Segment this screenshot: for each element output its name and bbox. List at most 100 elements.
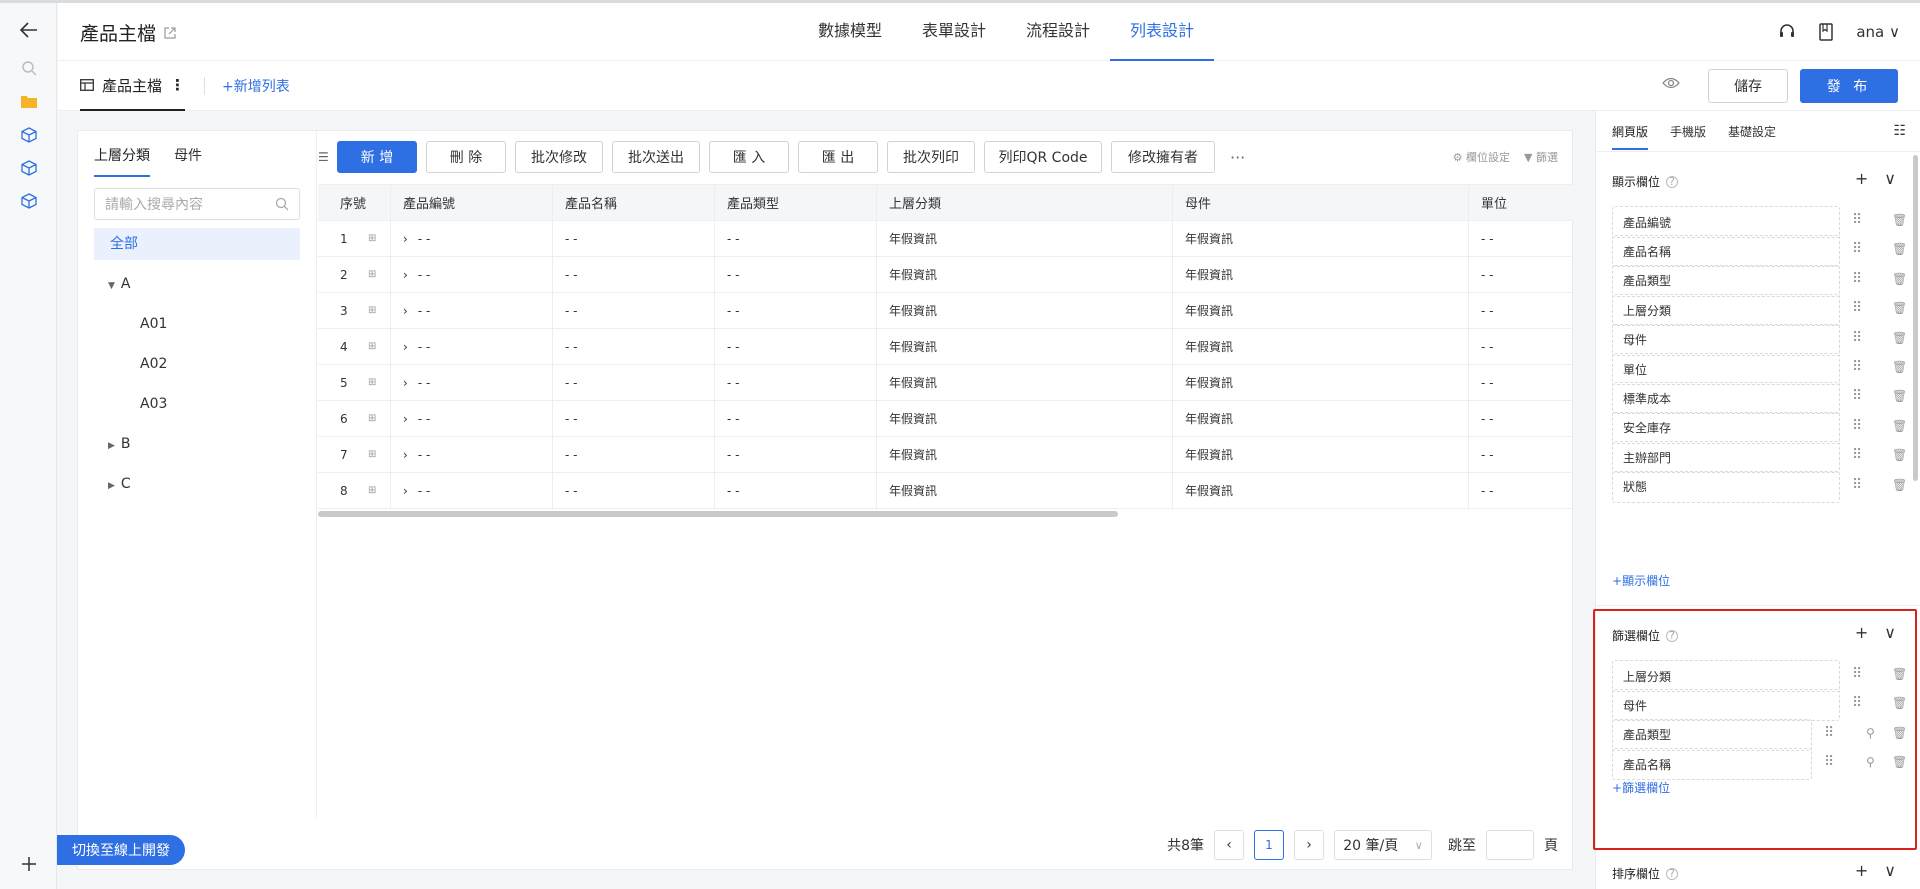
tree-item-b[interactable]: ▶ B [94, 428, 300, 460]
tab-data-model[interactable]: 數據模型 [798, 3, 902, 61]
prev-page-button[interactable]: ‹ [1214, 830, 1244, 860]
panel-scrollbar[interactable] [1913, 155, 1918, 481]
batch-submit-button[interactable]: 批次送出 [612, 141, 700, 173]
tab-form-design[interactable]: 表單設計 [902, 3, 1006, 61]
change-owner-button[interactable]: 修改擁有者 [1111, 141, 1215, 173]
expand-chevron-icon[interactable]: › [403, 376, 408, 390]
trash-icon[interactable]: 🗑 [1892, 242, 1907, 256]
display-field-item[interactable]: 主辦部門 [1612, 441, 1840, 474]
column-settings-button[interactable]: ⚙ 欄位設定 [1453, 149, 1510, 165]
drag-handle-icon[interactable]: ⠿ [1852, 388, 1862, 404]
drag-handle-icon[interactable]: ⠿ [1852, 300, 1862, 316]
table-row[interactable]: 7 ⊞ › - -- -- - 年假資訊 年假資訊 - - [318, 437, 1573, 473]
display-field-item[interactable]: 安全庫存 [1612, 411, 1840, 444]
panel-tab-mobile[interactable]: 手機版 [1670, 123, 1706, 140]
expand-chevron-icon[interactable]: › [403, 232, 408, 246]
display-field-item[interactable]: 狀態 [1612, 470, 1840, 503]
display-field-item[interactable]: 標準成本 [1612, 382, 1840, 415]
tree-tab-parent[interactable]: 母件 [174, 145, 202, 177]
display-field-item[interactable]: 產品類型 [1612, 264, 1840, 297]
user-menu[interactable]: ana ∨ [1856, 23, 1900, 41]
expand-chevron-icon[interactable]: › [403, 484, 408, 498]
tree-item-c[interactable]: ▶ C [94, 468, 300, 500]
plus-icon[interactable] [18, 853, 40, 875]
more-vertical-icon[interactable]: ⋮ [170, 76, 185, 94]
col-header-name[interactable]: 產品名稱 [553, 185, 715, 220]
display-field-item[interactable]: 產品編號 [1612, 206, 1840, 238]
save-button[interactable]: 儲存 [1708, 69, 1788, 103]
add-list-button[interactable]: +新增列表 [222, 76, 290, 96]
display-field-item[interactable]: 上層分類 [1612, 294, 1840, 327]
panel-tab-web[interactable]: 網頁版 [1612, 123, 1649, 150]
cube-icon[interactable] [18, 157, 40, 179]
add-display-field-icon[interactable]: + [1855, 169, 1868, 188]
back-arrow-icon[interactable] [18, 19, 40, 41]
drag-handle-icon[interactable]: ⠿ [1852, 477, 1862, 493]
col-header-type[interactable]: 產品類型 [715, 185, 877, 220]
drag-handle-icon[interactable]: ⠿ [1852, 359, 1862, 375]
preview-eye-icon[interactable] [1662, 76, 1680, 94]
panel-menu-icon[interactable]: ☷ [1893, 123, 1906, 139]
hierarchy-icon[interactable]: ⊞ [368, 485, 376, 496]
trash-icon[interactable]: 🗑 [1892, 331, 1907, 345]
hierarchy-icon[interactable]: ⊞ [368, 233, 376, 244]
tree-item-a[interactable]: ▼ A [94, 268, 300, 300]
trash-icon[interactable]: 🗑 [1892, 419, 1907, 433]
batch-edit-button[interactable]: 批次修改 [515, 141, 603, 173]
trash-icon[interactable]: 🗑 [1892, 272, 1907, 286]
trash-icon[interactable]: 🗑 [1892, 301, 1907, 315]
table-row[interactable]: 1 ⊞ › - -- -- - 年假資訊 年假資訊 - - [318, 221, 1573, 257]
table-row[interactable]: 5 ⊞ › - -- -- - 年假資訊 年假資訊 - - [318, 365, 1573, 401]
print-qr-button[interactable]: 列印QR Code [984, 141, 1102, 173]
col-header-category[interactable]: 上層分類 [877, 185, 1173, 220]
book-icon[interactable] [1818, 23, 1834, 41]
switch-online-dev-button[interactable]: 切換至線上開發 [57, 835, 185, 865]
display-field-item[interactable]: 單位 [1612, 353, 1840, 385]
table-row[interactable]: 3 ⊞ › - -- -- - 年假資訊 年假資訊 - - [318, 293, 1573, 329]
external-link-icon[interactable] [164, 26, 176, 39]
tab-list-design[interactable]: 列表設計 [1110, 3, 1215, 61]
trash-icon[interactable]: 🗑 [1892, 478, 1907, 492]
display-field-item[interactable]: 母件 [1612, 323, 1840, 356]
list-toggle-icon[interactable]: ☰ [318, 150, 329, 164]
hierarchy-icon[interactable]: ⊞ [368, 269, 376, 280]
col-header-no[interactable]: 序號 [318, 185, 391, 220]
hierarchy-icon[interactable]: ⊞ [368, 305, 376, 316]
batch-print-button[interactable]: 批次列印 [887, 141, 975, 173]
table-row[interactable]: 6 ⊞ › - -- -- - 年假資訊 年假資訊 - - [318, 401, 1573, 437]
expand-chevron-icon[interactable]: › [403, 340, 408, 354]
tree-tab-category[interactable]: 上層分類 [94, 145, 150, 177]
hierarchy-icon[interactable]: ⊞ [368, 449, 376, 460]
delete-button[interactable]: 刪 除 [426, 141, 506, 173]
trash-icon[interactable]: 🗑 [1892, 360, 1907, 374]
col-header-parent[interactable]: 母件 [1173, 185, 1469, 220]
help-icon[interactable]: ? [1666, 175, 1679, 188]
drag-handle-icon[interactable]: ⠿ [1852, 212, 1862, 228]
trash-icon[interactable]: 🗑 [1892, 213, 1907, 227]
expand-chevron-icon[interactable]: › [403, 448, 408, 462]
tree-item-a03[interactable]: A03 [94, 388, 300, 420]
filter-button[interactable]: ▼ 篩選 [1524, 149, 1558, 165]
add-display-field-link[interactable]: +顯示欄位 [1612, 572, 1670, 589]
tree-item-a02[interactable]: A02 [94, 348, 300, 380]
drag-handle-icon[interactable]: ⠿ [1852, 447, 1862, 463]
col-header-code[interactable]: 產品編號 [391, 185, 553, 220]
expand-chevron-icon[interactable]: › [403, 412, 408, 426]
hierarchy-icon[interactable]: ⊞ [368, 413, 376, 424]
drag-handle-icon[interactable]: ⠿ [1852, 330, 1862, 346]
list-tab[interactable]: 產品主檔 ⋮ [80, 61, 186, 111]
chevron-down-icon[interactable]: ∨ [1884, 169, 1896, 188]
import-button[interactable]: 匯 入 [709, 141, 789, 173]
goto-page-input[interactable] [1486, 830, 1534, 860]
chevron-down-icon[interactable]: ∨ [1884, 861, 1896, 880]
trash-icon[interactable]: 🗑 [1892, 389, 1907, 403]
page-1-button[interactable]: 1 [1254, 830, 1284, 860]
display-field-item[interactable]: 產品名稱 [1612, 235, 1840, 268]
headset-icon[interactable] [1778, 23, 1796, 41]
next-page-button[interactable]: › [1294, 830, 1324, 860]
cube-icon[interactable] [18, 124, 40, 146]
table-row[interactable]: 2 ⊞ › - -- -- - 年假資訊 年假資訊 - - [318, 257, 1573, 293]
tab-flow-design[interactable]: 流程設計 [1006, 3, 1110, 61]
horizontal-scrollbar[interactable] [318, 511, 1118, 517]
page-size-select[interactable]: 20 筆/頁 ∨ [1334, 830, 1432, 860]
